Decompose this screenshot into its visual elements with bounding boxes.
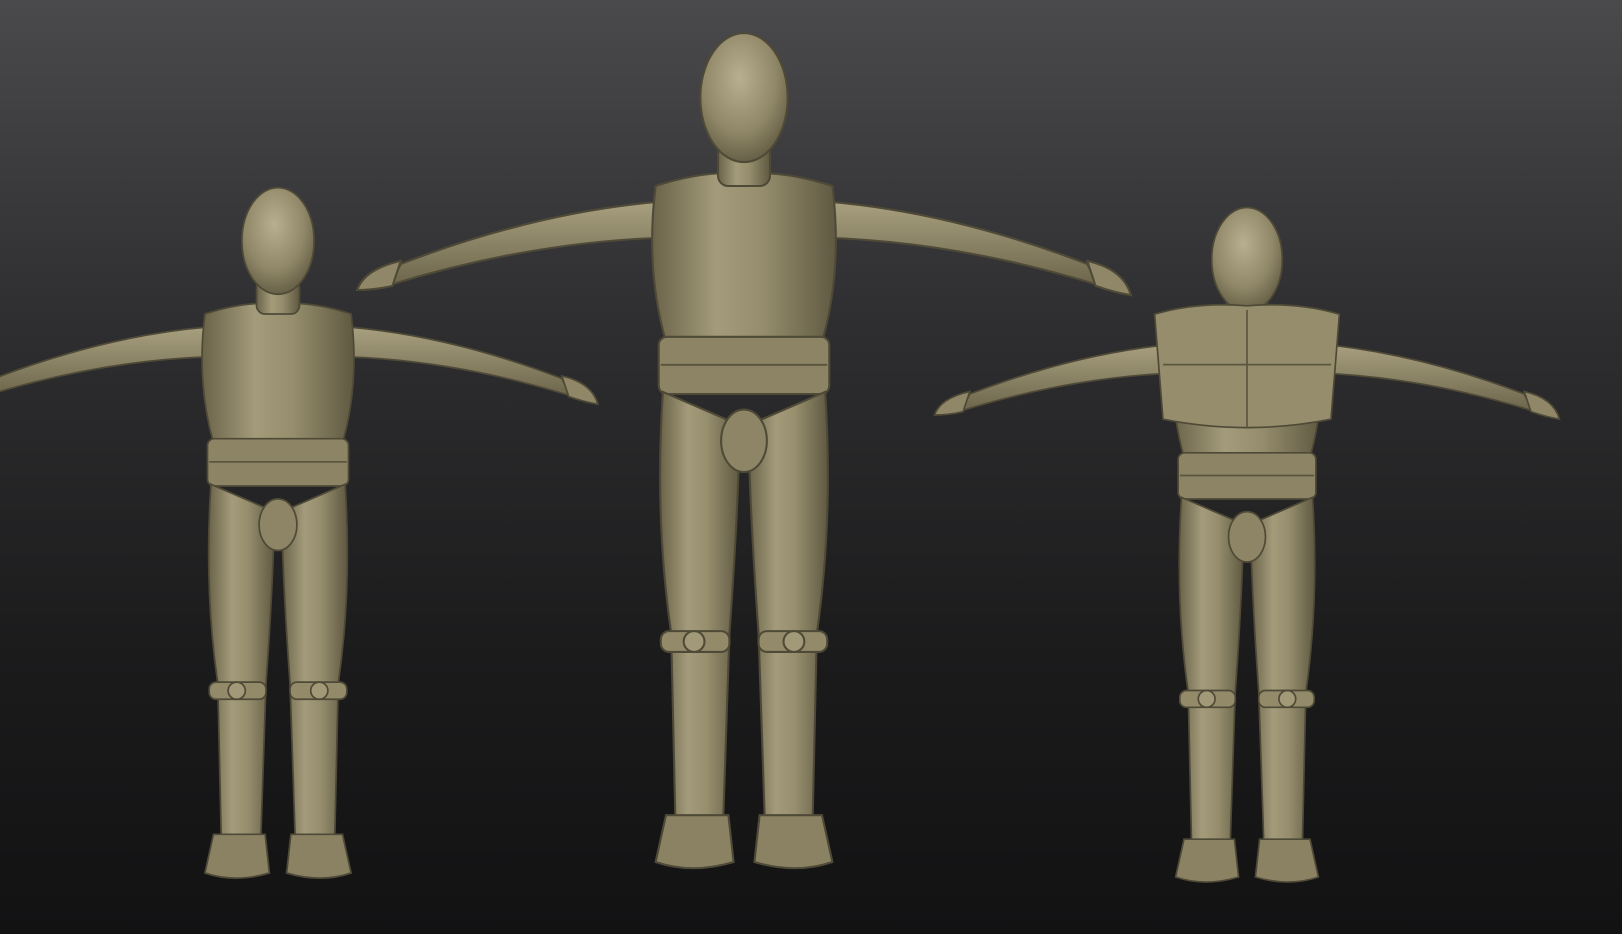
figures-canvas [0, 32, 1561, 883]
figure-right [933, 206, 1561, 883]
sculpt-viewport [0, 0, 1622, 934]
figure-left [0, 186, 599, 880]
figure-center [356, 32, 1132, 870]
